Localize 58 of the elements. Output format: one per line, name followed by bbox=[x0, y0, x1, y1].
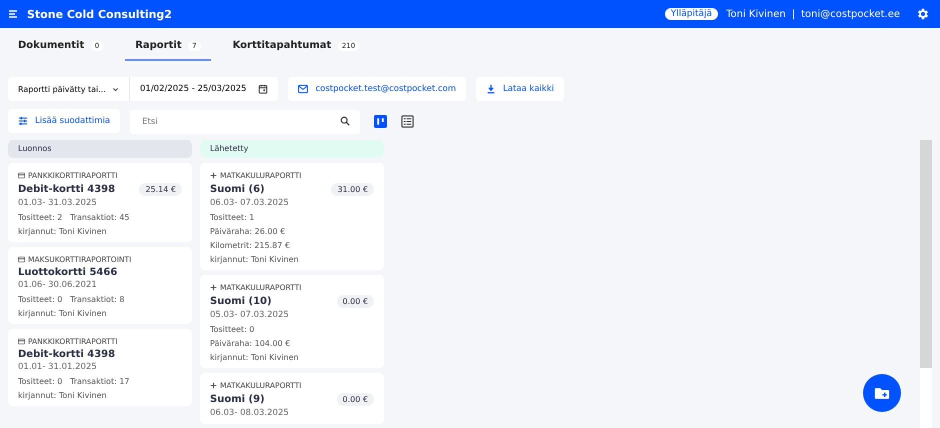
report-title: Suomi (6) bbox=[210, 184, 265, 195]
plus-icon bbox=[210, 284, 217, 291]
report-detail: kirjannut: Toni Kivinen bbox=[210, 353, 300, 362]
add-filters-button[interactable]: Lisää suodattimia bbox=[8, 109, 120, 133]
amount-badge: 31.00 € bbox=[331, 183, 374, 196]
report-detail: kirjannut: Toni Kivinen bbox=[18, 309, 108, 318]
sliders-icon bbox=[18, 116, 28, 126]
report-dates: 01.03- 31.03.2025 bbox=[18, 198, 98, 208]
report-title: Debit-kortti 4398 bbox=[18, 184, 116, 195]
plus-icon bbox=[210, 382, 217, 389]
board-view-icon[interactable] bbox=[374, 114, 388, 128]
list-view-icon[interactable] bbox=[401, 114, 414, 128]
report-detail: Tositteet: 1 bbox=[210, 213, 256, 222]
email-button[interactable]: costpocket.test@costpocket.com bbox=[288, 77, 466, 101]
user-email: toni@costpocket.ee bbox=[801, 8, 900, 20]
report-detail: Tositteet: 0 Transaktiot: 17 bbox=[18, 377, 131, 386]
report-title: Suomi (9) bbox=[210, 394, 265, 405]
amount-badge: 0.00 € bbox=[336, 295, 374, 308]
column-header: Lähetetty bbox=[200, 140, 384, 158]
report-detail: Kilometrit: 215.87 € bbox=[210, 241, 291, 250]
report-detail: kirjannut: Toni Kivinen bbox=[18, 227, 108, 236]
report-dates: 01.01- 31.01.2025 bbox=[18, 362, 98, 372]
report-dates: 06.03- 07.03.2025 bbox=[210, 198, 290, 208]
calendar-icon bbox=[258, 84, 268, 94]
search-icon bbox=[340, 116, 350, 126]
report-detail: Päiväraha: 104.00 € bbox=[210, 339, 292, 348]
download-all-button[interactable]: Lataa kaikki bbox=[476, 77, 564, 101]
scrollbar[interactable] bbox=[920, 140, 932, 428]
plus-icon bbox=[210, 172, 217, 179]
credit-card-icon bbox=[18, 172, 25, 179]
report-title: Debit-kortti 4398 bbox=[18, 349, 116, 360]
report-detail: Päiväraha: 26.00 € bbox=[210, 227, 286, 236]
envelope-icon bbox=[298, 84, 308, 94]
report-dates: 05.03- 07.03.2025 bbox=[210, 310, 290, 320]
column-header: Luonnos bbox=[8, 140, 192, 158]
user-name: Toni Kivinen bbox=[726, 8, 786, 20]
role-badge: Ylläpitäjä bbox=[664, 8, 718, 20]
add-folder-button[interactable] bbox=[863, 374, 901, 412]
company-name: Stone Cold Consulting2 bbox=[27, 8, 172, 20]
report-detail: kirjannut: Toni Kivinen bbox=[18, 391, 108, 400]
amount-badge: 25.14 € bbox=[139, 183, 182, 196]
report-detail: Tositteet: 0 Transaktiot: 8 bbox=[18, 295, 126, 304]
settings-icon[interactable] bbox=[916, 7, 930, 21]
report-dates: 01.06- 30.06.2021 bbox=[18, 280, 98, 290]
amount-badge: 0.00 € bbox=[336, 393, 374, 406]
report-dates: 06.03- 08.03.2025 bbox=[210, 408, 290, 418]
credit-card-icon bbox=[18, 256, 25, 263]
report-detail: kirjannut: Toni Kivinen bbox=[210, 255, 300, 264]
folder-plus-icon bbox=[874, 386, 890, 400]
menu-icon[interactable] bbox=[8, 9, 18, 19]
report-detail: Tositteet: 0 bbox=[210, 325, 256, 334]
download-icon bbox=[486, 84, 496, 94]
separator: | bbox=[792, 8, 796, 20]
report-title: Luottokortti 5466 bbox=[18, 267, 118, 278]
report-detail: Tositteet: 2 Transaktiot: 45 bbox=[18, 213, 131, 222]
search-field[interactable]: Etsi bbox=[130, 110, 360, 134]
credit-card-icon bbox=[18, 338, 25, 345]
report-title: Suomi (10) bbox=[210, 296, 272, 307]
